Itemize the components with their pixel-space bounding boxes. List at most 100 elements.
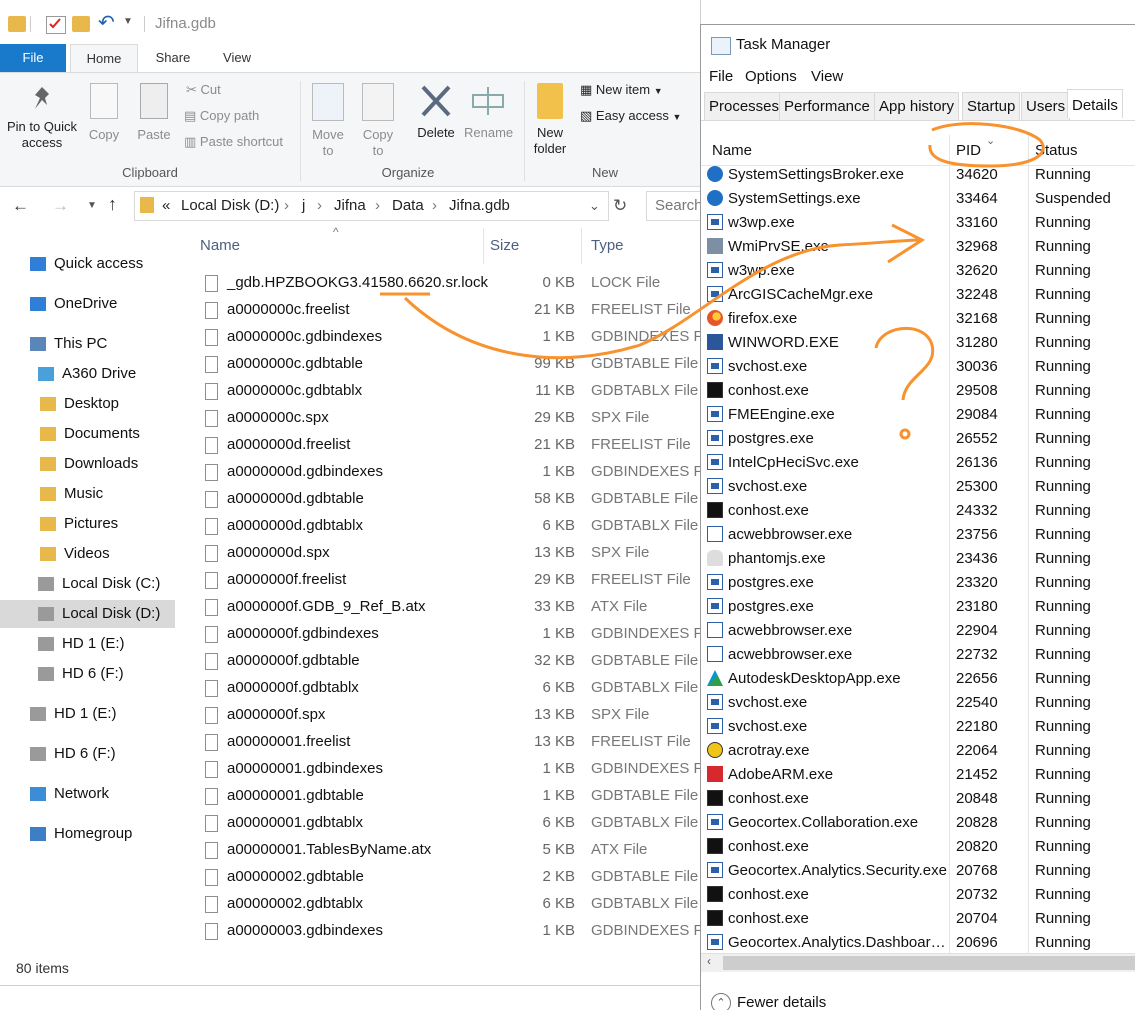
rename-button[interactable]: Rename [464,83,513,141]
easy-access-button[interactable]: ▧ Easy access ▼ [580,108,681,124]
process-row[interactable]: AutodeskDesktopApp.exe 22656 Running [701,667,1135,691]
nav-item[interactable]: Desktop [0,390,175,418]
file-row[interactable]: a0000000d.gdbtablx 6 KB GDBTABLX File [185,513,700,540]
menu-options[interactable]: Options [745,68,797,85]
copy-to-button[interactable]: Copy to [358,83,398,159]
file-row[interactable]: a0000000d.spx 13 KB SPX File [185,540,700,567]
undo-icon[interactable]: ↶ [98,13,116,33]
process-row[interactable]: phantomjs.exe 23436 Running [701,547,1135,571]
move-to-button[interactable]: Move to [308,83,348,159]
nav-item[interactable]: OneDrive [0,290,175,318]
tab-startup[interactable]: Startup [962,92,1021,120]
file-row[interactable]: a0000000c.freelist 21 KB FREELIST File [185,297,700,324]
file-row[interactable]: a0000000d.freelist 21 KB FREELIST File [185,432,700,459]
file-row[interactable]: a0000000f.spx 13 KB SPX File [185,702,700,729]
delete-button[interactable]: Delete [414,83,458,141]
tab-home[interactable]: Home [70,44,138,73]
paste-shortcut-button[interactable]: ▥ Paste shortcut [184,134,283,150]
column-header-name[interactable]: Name [200,237,240,254]
nav-item[interactable]: HD 6 (F:) [0,740,175,768]
file-row[interactable]: a00000002.gdbtable 2 KB GDBTABLE File [185,864,700,891]
address-bar[interactable]: « Local Disk (D:) › j › Jifna › Data › J… [134,191,609,221]
file-row[interactable]: a0000000d.gdbtable 58 KB GDBTABLE File [185,486,700,513]
folder-icon[interactable] [8,16,26,32]
horizontal-scrollbar[interactable]: ‹ [701,953,1135,972]
process-row[interactable]: conhost.exe 20820 Running [701,835,1135,859]
file-row[interactable]: a0000000c.spx 29 KB SPX File [185,405,700,432]
paste-button[interactable]: Paste [134,83,174,143]
tab-details[interactable]: Details [1067,89,1123,118]
column-header-size[interactable]: Size [490,237,519,254]
process-row[interactable]: conhost.exe 29508 Running [701,379,1135,403]
process-row[interactable]: acwebbrowser.exe 22904 Running [701,619,1135,643]
nav-item[interactable]: Local Disk (D:) [0,600,175,628]
tab-processes[interactable]: Processes [704,92,785,120]
process-row[interactable]: conhost.exe 24332 Running [701,499,1135,523]
nav-item[interactable]: Pictures [0,510,175,538]
column-header-type[interactable]: Type [591,237,624,254]
file-row[interactable]: a00000002.gdbtablx 6 KB GDBTABLX File [185,891,700,918]
scrollbar-thumb[interactable] [723,956,1135,970]
process-row[interactable]: svchost.exe 22540 Running [701,691,1135,715]
tab-app-history[interactable]: App history [874,92,960,120]
process-row[interactable]: svchost.exe 25300 Running [701,475,1135,499]
file-row[interactable]: a0000000d.gdbindexes 1 KB GDBINDEXES File [185,459,700,486]
back-arrow-icon[interactable]: ← [12,196,29,216]
address-dropdown-icon[interactable]: ⌄ [589,198,600,214]
file-row[interactable]: a00000003.gdbindexes 1 KB GDBINDEXES File [185,918,700,945]
process-row[interactable]: svchost.exe 22180 Running [701,715,1135,739]
properties-icon[interactable] [46,16,66,34]
process-row[interactable]: acrotray.exe 22064 Running [701,739,1135,763]
file-row[interactable]: a0000000c.gdbtablx 11 KB GDBTABLX File [185,378,700,405]
process-row[interactable]: AdobeARM.exe 21452 Running [701,763,1135,787]
process-row[interactable]: SystemSettingsBroker.exe 34620 Running [701,163,1135,187]
breadcrumb-j[interactable]: j [302,197,305,214]
process-row[interactable]: firefox.exe 32168 Running [701,307,1135,331]
nav-item[interactable]: Local Disk (C:) [0,570,175,598]
menu-file[interactable]: File [709,68,733,85]
process-row[interactable]: w3wp.exe 32620 Running [701,259,1135,283]
cut-button[interactable]: ✂ Cut [186,82,221,98]
process-row[interactable]: ArcGISCacheMgr.exe 32248 Running [701,283,1135,307]
file-row[interactable]: a0000000f.gdbtablx 6 KB GDBTABLX File [185,675,700,702]
file-row[interactable]: a00000001.gdbtablx 6 KB GDBTABLX File [185,810,700,837]
nav-item[interactable]: Music [0,480,175,508]
process-row[interactable]: SystemSettings.exe 33464 Suspended [701,187,1135,211]
process-row[interactable]: postgres.exe 23180 Running [701,595,1135,619]
nav-item[interactable]: A360 Drive [0,360,175,388]
nav-item[interactable]: Quick access [0,250,175,278]
nav-item[interactable]: HD 1 (E:) [0,630,175,658]
scroll-left-icon[interactable]: ‹ [707,954,711,968]
chevron-down-icon[interactable]: ▼ [123,16,141,32]
copy-button[interactable]: Copy [84,83,124,143]
nav-item[interactable]: Downloads [0,450,175,478]
breadcrumb-data[interactable]: Data [392,197,424,214]
up-arrow-icon[interactable]: ↑ [108,194,117,215]
new-folder-button[interactable]: New folder [528,83,572,157]
process-row[interactable]: Geocortex.Analytics.Dashboard.... 20696 Ru… [701,931,1135,955]
process-row[interactable]: Geocortex.Collaboration.exe 20828 Running [701,811,1135,835]
file-row[interactable]: a0000000f.gdbtable 32 KB GDBTABLE File [185,648,700,675]
file-row[interactable]: a0000000f.gdbindexes 1 KB GDBINDEXES File [185,621,700,648]
tab-performance[interactable]: Performance [779,92,875,120]
tab-users[interactable]: Users [1021,92,1071,120]
tab-share[interactable]: Share [148,44,198,72]
nav-item[interactable]: HD 1 (E:) [0,700,175,728]
breadcrumb-jifna[interactable]: Jifna [334,197,366,214]
column-header-status[interactable]: Status [1035,142,1078,159]
column-header-pid[interactable]: PID [956,142,981,159]
process-row[interactable]: FMEEngine.exe 29084 Running [701,403,1135,427]
process-row[interactable]: WINWORD.EXE 31280 Running [701,331,1135,355]
new-folder-icon[interactable] [72,16,90,32]
file-row[interactable]: a00000001.gdbtable 1 KB GDBTABLE File [185,783,700,810]
column-header-name[interactable]: Name [712,142,752,159]
process-row[interactable]: postgres.exe 23320 Running [701,571,1135,595]
new-item-button[interactable]: ▦ New item ▼ [580,82,663,98]
tab-view[interactable]: View [214,44,260,72]
file-row[interactable]: a0000000c.gdbtable 99 KB GDBTABLE File [185,351,700,378]
nav-item[interactable]: HD 6 (F:) [0,660,175,688]
file-row[interactable]: a0000000c.gdbindexes 1 KB GDBINDEXES File [185,324,700,351]
nav-item[interactable]: Videos [0,540,175,568]
fewer-details-button[interactable]: ⌃ Fewer details [711,993,826,1010]
process-row[interactable]: IntelCpHeciSvc.exe 26136 Running [701,451,1135,475]
